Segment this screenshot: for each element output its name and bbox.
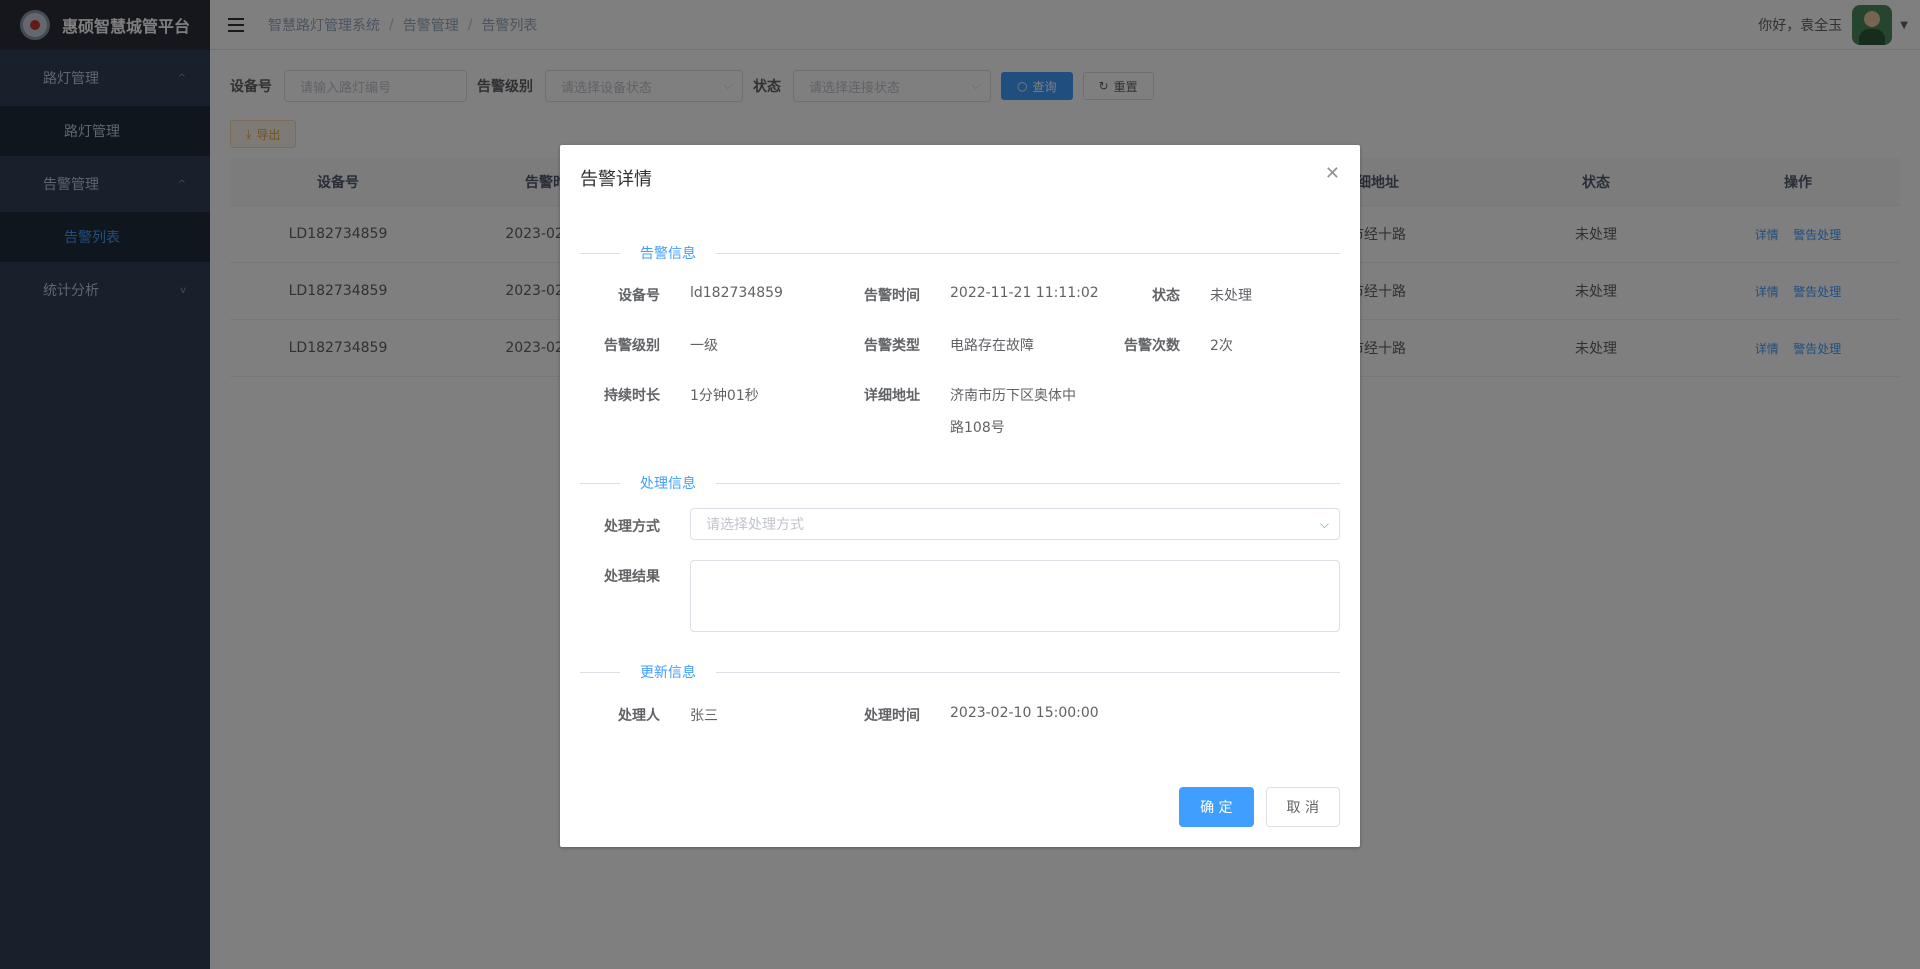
duration-label: 持续时长 [604, 388, 660, 404]
result-textarea[interactable] [690, 560, 1340, 632]
alarm-level-label: 告警级别 [604, 338, 660, 354]
section-divider-alarm: 告警信息 [580, 243, 1340, 263]
address-line-2: 路108号 [950, 420, 1005, 436]
alarm-count-value: 2次 [1210, 338, 1233, 354]
section-title: 告警信息 [620, 243, 716, 263]
duration-value: 1分钟01秒 [690, 388, 759, 404]
alarm-time-label: 告警时间 [864, 288, 920, 304]
close-icon[interactable]: ✕ [1325, 163, 1340, 184]
section-divider-update: 更新信息 [580, 662, 1340, 682]
handler-value: 张三 [690, 708, 718, 724]
dialog-footer: 确 定 取 消 [1179, 787, 1340, 827]
device-label: 设备号 [618, 288, 660, 304]
confirm-button[interactable]: 确 定 [1179, 787, 1254, 827]
status-value: 未处理 [1210, 288, 1252, 304]
handle-time-label: 处理时间 [864, 708, 920, 724]
chevron-down-icon: ⌵ [1319, 516, 1329, 531]
alarm-detail-dialog: 告警详情 ✕ 告警信息 设备号 ld182734859 告警时间 2022-11… [560, 145, 1360, 847]
cancel-button[interactable]: 取 消 [1265, 787, 1340, 827]
dialog-title: 告警详情 [580, 169, 652, 190]
result-label: 处理结果 [604, 569, 660, 585]
address-label: 详细地址 [864, 388, 920, 404]
alarm-time-value: 2022-11-21 11:11:02 [950, 285, 1099, 301]
alarm-type-label: 告警类型 [864, 338, 920, 354]
handler-label: 处理人 [618, 708, 660, 724]
address-line-1: 济南市历下区奥体中 [950, 388, 1076, 404]
device-value: ld182734859 [690, 285, 783, 301]
placeholder: 请选择处理方式 [706, 517, 804, 533]
handle-time-value: 2023-02-10 15:00:00 [950, 705, 1099, 721]
section-title: 处理信息 [620, 473, 716, 493]
alarm-level-value: 一级 [690, 338, 718, 354]
alarm-type-value: 电路存在故障 [950, 338, 1034, 354]
alarm-count-label: 告警次数 [1124, 338, 1180, 354]
section-divider-handle: 处理信息 [580, 473, 1340, 493]
method-select[interactable]: 请选择处理方式 ⌵ [690, 508, 1340, 540]
section-title: 更新信息 [620, 662, 716, 682]
status-label: 状态 [1152, 288, 1180, 304]
method-label: 处理方式 [604, 519, 660, 535]
